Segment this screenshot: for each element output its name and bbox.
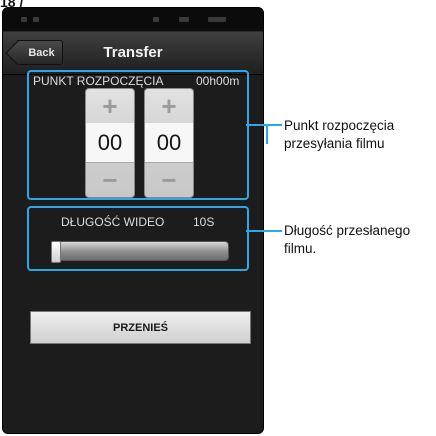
back-arrow-icon xyxy=(5,40,31,66)
video-length-value: 10S xyxy=(193,215,215,229)
status-icon xyxy=(21,17,27,22)
callout-start-line1: Punkt rozpoczęcia xyxy=(284,118,395,133)
start-point-label: PUNKT ROZPOCZĘCIA xyxy=(33,74,164,88)
callout-length-line1: Długość przesłanego xyxy=(284,223,411,238)
minutes-plus-button[interactable]: + xyxy=(145,89,193,124)
hours-minus-button[interactable]: − xyxy=(86,162,134,197)
callout-video-length: Długość przesłanego filmu. xyxy=(284,222,410,258)
callout-connector xyxy=(266,124,268,144)
battery-icon xyxy=(179,17,189,22)
minutes-spinner: + 00 − xyxy=(144,88,194,198)
callout-length-line2: filmu. xyxy=(284,241,317,256)
callout-connector xyxy=(246,124,266,126)
start-point-highlight xyxy=(27,70,249,200)
screen-title: Transfer xyxy=(103,44,163,61)
video-length-label: DŁUGOŚĆ WIDEO xyxy=(61,215,165,229)
minutes-value: 00 xyxy=(145,123,193,163)
title-bar: Back Transfer xyxy=(3,32,263,75)
minutes-minus-button[interactable]: − xyxy=(145,162,193,197)
hours-value: 00 xyxy=(86,123,134,163)
callout-start-point: Punkt rozpoczęcia przesyłania filmu xyxy=(284,117,394,153)
clock-icon xyxy=(208,17,226,22)
signal-icon xyxy=(153,17,159,22)
callout-start-line2: przesyłania filmu xyxy=(284,136,385,151)
hours-spinner: + 00 − xyxy=(85,88,135,198)
phone-screen: Back Transfer PUNKT ROZPOCZĘCIA 00h00m +… xyxy=(2,7,264,434)
status-icon xyxy=(33,17,39,22)
transfer-button[interactable]: PRZENIEŚ xyxy=(30,311,251,344)
callout-connector xyxy=(246,230,282,232)
callout-connector xyxy=(266,124,282,126)
start-point-value: 00h00m xyxy=(196,74,240,88)
hours-plus-button[interactable]: + xyxy=(86,89,134,124)
video-length-slider[interactable] xyxy=(51,241,229,263)
status-bar xyxy=(3,8,263,32)
back-button-label: Back xyxy=(28,46,55,59)
back-button[interactable]: Back xyxy=(5,40,63,66)
slider-thumb[interactable] xyxy=(51,241,61,263)
